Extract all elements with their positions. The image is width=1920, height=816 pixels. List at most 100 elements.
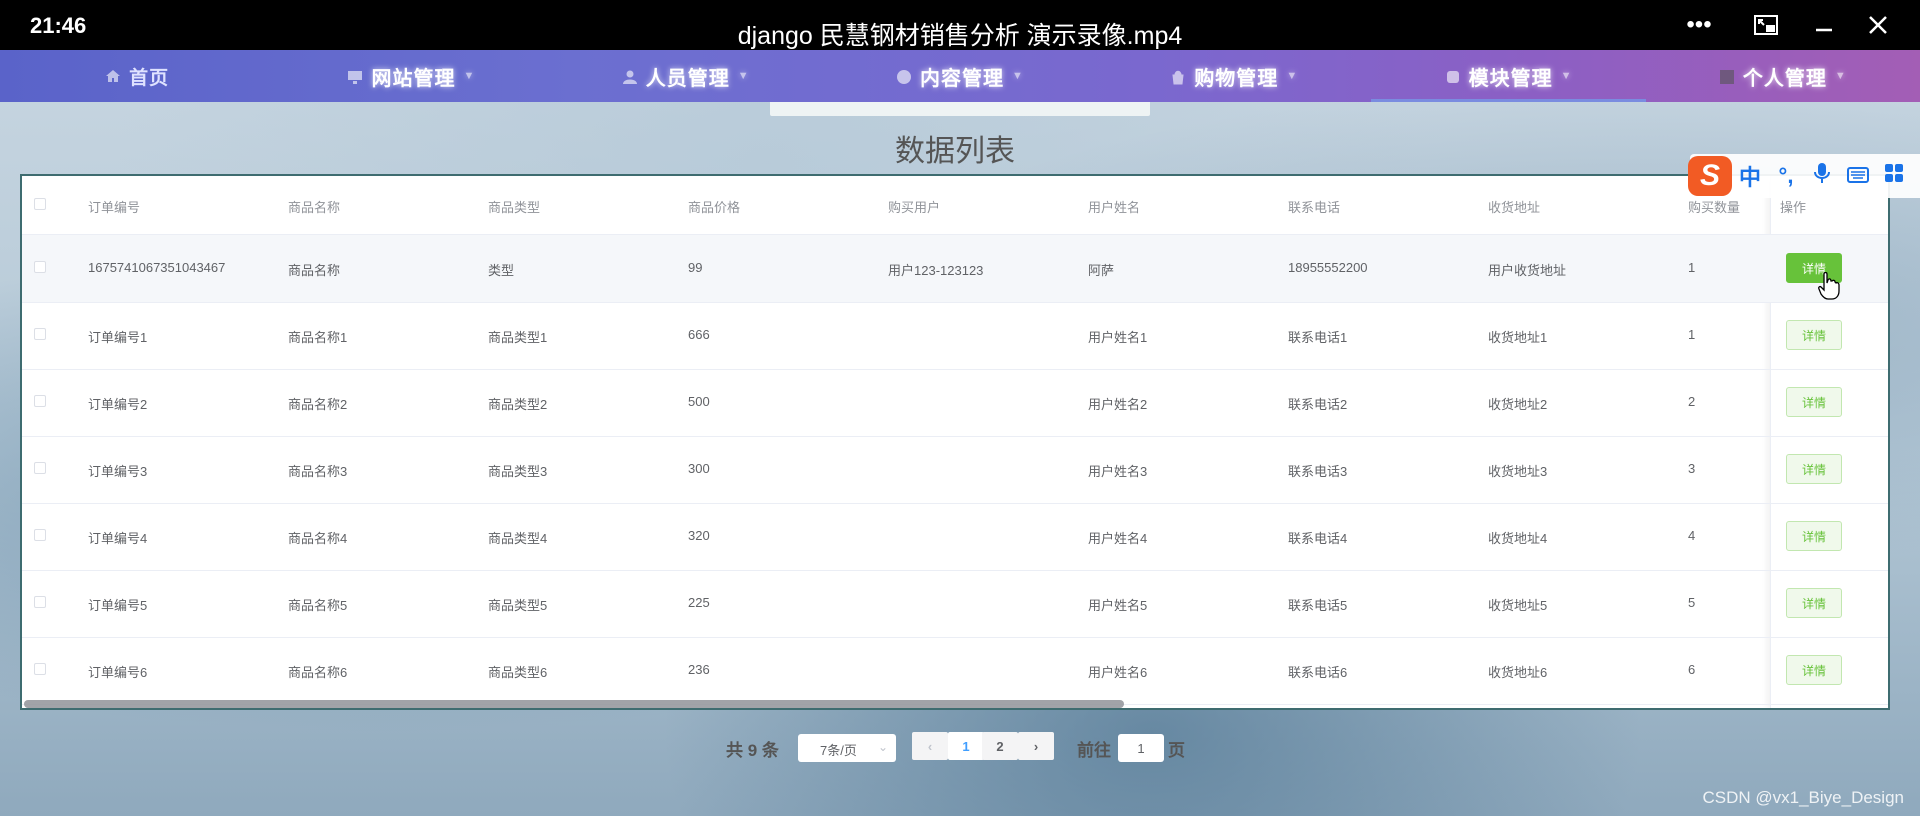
cell-quantity: 2	[1688, 394, 1696, 409]
row-checkbox[interactable]	[34, 663, 46, 675]
cell-price: 99	[688, 260, 703, 275]
grid-icon[interactable]	[1876, 163, 1912, 189]
header-quantity[interactable]: 购买数量	[1688, 197, 1740, 216]
nav-item-home[interactable]: 首页	[0, 50, 274, 102]
nav-item-label: 内容管理	[920, 67, 1005, 90]
goto-label: 前往	[1077, 741, 1111, 760]
row-checkbox[interactable]	[34, 529, 46, 541]
row-checkbox[interactable]	[34, 462, 46, 474]
user-icon	[622, 68, 638, 84]
cell-quantity: 6	[1688, 662, 1696, 677]
cell-order-no: 订单编号4	[88, 531, 148, 546]
cell-product-name: 商品名称5	[288, 598, 348, 613]
detail-button[interactable]: 详情	[1786, 521, 1842, 551]
header-buyer[interactable]: 购买用户	[888, 197, 940, 216]
table-row[interactable]: 订单编号5 商品名称5 商品类型5 225 用户姓名5 联系电话5 收货地址5 …	[22, 570, 1888, 638]
goto-unit: 页	[1168, 741, 1185, 760]
person-card-icon	[1719, 68, 1735, 84]
data-table: 订单编号 商品名称 商品类型 商品价格 购买用户 用户姓名 联系电话 收货地址 …	[20, 174, 1890, 710]
cell-user-name: 用户姓名4	[1088, 531, 1148, 546]
page-button-2[interactable]: 2	[982, 732, 1018, 760]
cell-address: 收货地址1	[1488, 330, 1548, 345]
detail-button[interactable]: 详情	[1786, 320, 1842, 350]
cell-phone: 联系电话3	[1288, 464, 1348, 479]
chevron-down-icon: ▼	[463, 70, 476, 82]
watermark: CSDN @vx1_Biye_Design	[1702, 788, 1904, 807]
ime-punctuation[interactable]: °,	[1768, 163, 1804, 189]
row-checkbox[interactable]	[34, 395, 46, 407]
header-phone[interactable]: 联系电话	[1288, 197, 1340, 216]
header-order-no[interactable]: 订单编号	[88, 197, 140, 216]
header-product-type[interactable]: 商品类型	[488, 197, 540, 216]
mic-icon[interactable]	[1804, 162, 1840, 190]
hand-cursor-icon	[1818, 272, 1840, 300]
header-product-name[interactable]: 商品名称	[288, 197, 340, 216]
table-row[interactable]: 订单编号6 商品名称6 商品类型6 236 用户姓名6 联系电话6 收货地址6 …	[22, 637, 1888, 705]
header-price[interactable]: 商品价格	[688, 197, 740, 216]
cell-product-name: 商品名称1	[288, 330, 348, 345]
nav-item-staff-management[interactable]: 人员管理 ▼	[549, 50, 823, 102]
cell-price: 225	[688, 595, 710, 610]
nav-item-label: 人员管理	[645, 67, 730, 90]
page-button-1[interactable]: 1	[948, 732, 984, 760]
module-icon	[1445, 68, 1461, 84]
cell-quantity: 1	[1688, 327, 1696, 342]
cell-user-name: 用户姓名1	[1088, 330, 1148, 345]
home-icon	[105, 68, 121, 84]
cell-quantity: 5	[1688, 595, 1696, 610]
cell-order-no: 1675741067351043467	[88, 260, 226, 275]
nav-item-content-management[interactable]: 内容管理 ▼	[823, 50, 1097, 102]
table-row[interactable]: 订单编号4 商品名称4 商品类型4 320 用户姓名4 联系电话4 收货地址4 …	[22, 503, 1888, 571]
cell-product-name: 商品名称6	[288, 665, 348, 680]
detail-button[interactable]: 详情	[1786, 588, 1842, 618]
goto-page-input[interactable]: 1	[1118, 734, 1164, 762]
more-icon[interactable]: •••	[1681, 10, 1717, 40]
nav-item-personal-management[interactable]: 个人管理 ▼	[1646, 50, 1920, 102]
table-row[interactable]: 订单编号3 商品名称3 商品类型3 300 用户姓名3 联系电话3 收货地址3 …	[22, 436, 1888, 504]
chevron-down-icon: ▼	[737, 70, 750, 82]
cell-product-type: 商品类型3	[488, 464, 548, 479]
pagination: 共 9 条 7条/页 ⌄ ‹ 1 2 › 前往 1 页	[0, 732, 1920, 762]
row-checkbox[interactable]	[34, 596, 46, 608]
select-all-checkbox[interactable]	[34, 198, 46, 210]
chevron-down-icon: ▼	[1560, 70, 1573, 82]
video-title: django 民慧钢材销售分析 演示录像.mp4	[737, 22, 1183, 50]
horizontal-scrollbar[interactable]	[24, 700, 1124, 708]
cell-price: 300	[688, 461, 710, 476]
chevron-down-icon: ▼	[1012, 70, 1024, 82]
cell-address: 收货地址3	[1488, 464, 1548, 479]
cell-phone: 联系电话4	[1288, 531, 1348, 546]
cell-phone: 联系电话6	[1288, 665, 1348, 680]
cell-address: 用户收货地址	[1488, 263, 1567, 278]
ime-logo[interactable]: S	[1688, 156, 1732, 196]
page-size-select[interactable]: 7条/页 ⌄	[798, 734, 896, 762]
detail-button[interactable]: 详情	[1786, 655, 1842, 685]
pip-icon[interactable]	[1748, 10, 1784, 40]
cell-user-name: 阿萨	[1088, 263, 1115, 278]
detail-button[interactable]: 详情	[1786, 387, 1842, 417]
table-row[interactable]: 1675741067351043467 商品名称 类型 99 用户123-123…	[22, 235, 1888, 303]
cell-product-name: 商品名称2	[288, 397, 348, 412]
cell-address: 收货地址5	[1488, 598, 1548, 613]
header-address[interactable]: 收货地址	[1488, 197, 1540, 216]
table-row[interactable]: 订单编号2 商品名称2 商品类型2 500 用户姓名2 联系电话2 收货地址2 …	[22, 369, 1888, 437]
minimize-icon[interactable]	[1806, 10, 1842, 40]
detail-button[interactable]: 详情	[1786, 454, 1842, 484]
row-checkbox[interactable]	[34, 328, 46, 340]
table-row[interactable]: 订单编号1 商品名称1 商品类型1 666 用户姓名1 联系电话1 收货地址1 …	[22, 302, 1888, 370]
keyboard-icon[interactable]	[1840, 163, 1876, 189]
cell-order-no: 订单编号2	[88, 397, 148, 412]
cell-product-name: 商品名称	[288, 263, 341, 278]
prev-page-button[interactable]: ‹	[912, 732, 948, 760]
cell-address: 收货地址6	[1488, 665, 1548, 680]
close-icon[interactable]	[1860, 10, 1896, 40]
header-user-name[interactable]: 用户姓名	[1088, 197, 1140, 216]
row-checkbox[interactable]	[34, 261, 46, 273]
pagination-total: 共 9 条	[726, 741, 779, 760]
nav-item-shopping-management[interactable]: 购物管理 ▼	[1097, 50, 1371, 102]
nav-item-module-management[interactable]: 模块管理 ▼	[1371, 50, 1646, 102]
next-page-button[interactable]: ›	[1018, 732, 1054, 760]
chevron-down-icon: ▼	[1286, 70, 1299, 82]
nav-item-site-management[interactable]: 网站管理 ▼	[274, 50, 548, 102]
ime-chinese-mode[interactable]: 中	[1732, 160, 1768, 192]
